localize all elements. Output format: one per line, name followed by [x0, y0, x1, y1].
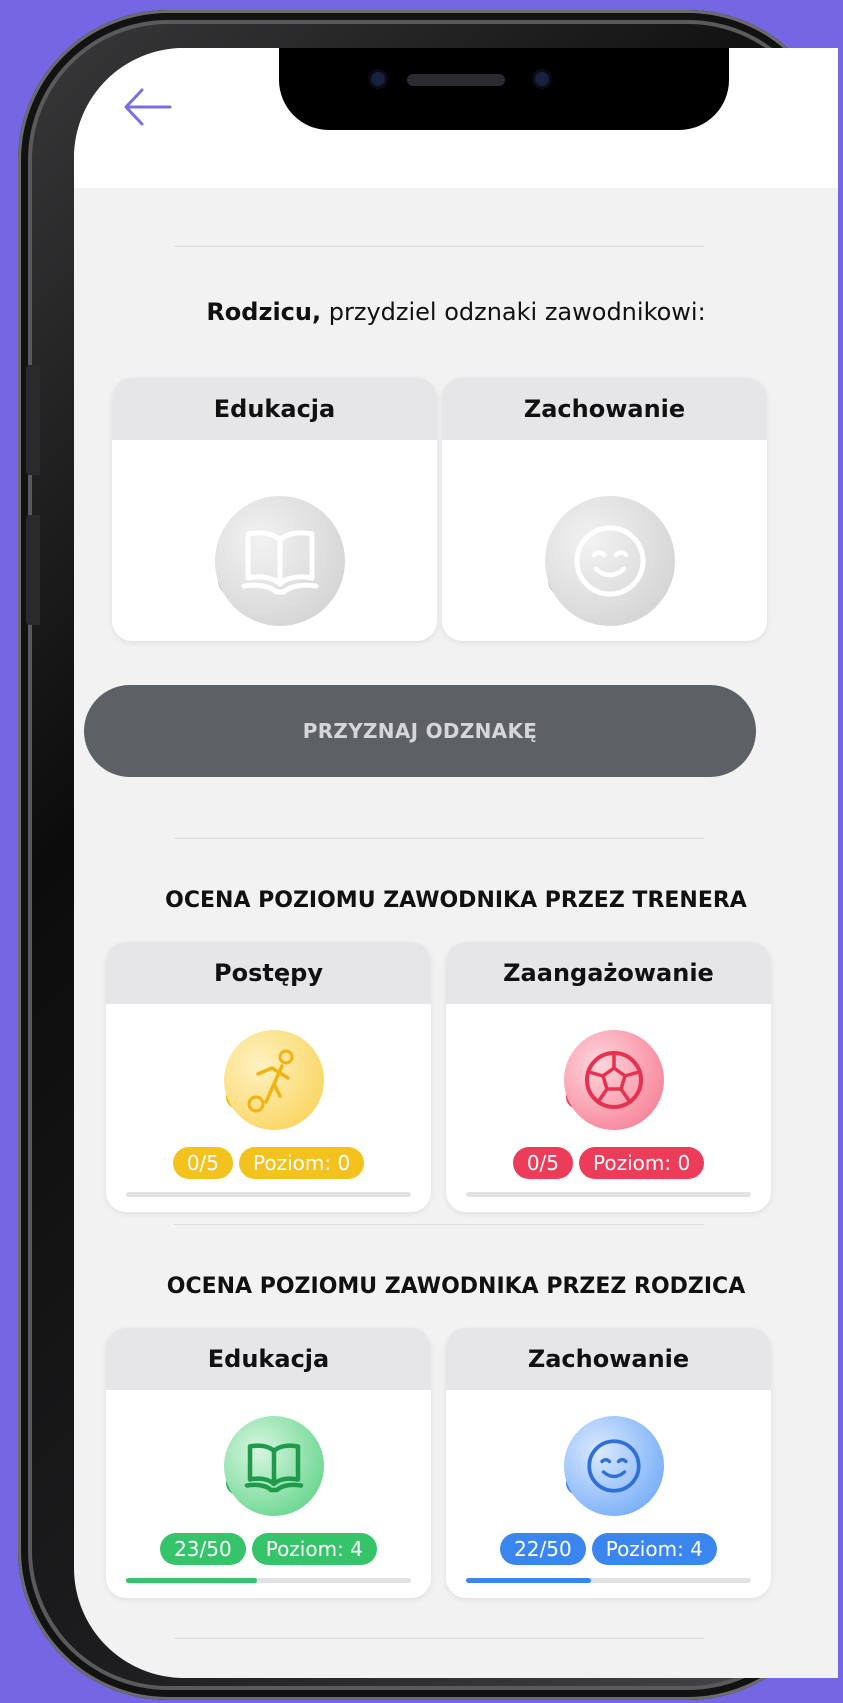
progress-bar	[466, 1192, 751, 1197]
player-kicking-icon	[224, 1030, 324, 1130]
book-icon	[224, 1416, 324, 1516]
badge-row: 0/5 Poziom: 0	[446, 1147, 771, 1179]
app-screen: Rodzicu, przydziel odznaki zawodnikowi: …	[74, 48, 838, 1678]
front-sensor	[535, 72, 549, 86]
soccer-ball-icon	[564, 1030, 664, 1130]
book-icon	[215, 496, 345, 626]
parent-section-title: OCENA POZIOMU ZAWODNIKA PRZEZ RODZICA	[166, 1274, 746, 1299]
badge-row: 22/50 Poziom: 4	[446, 1533, 771, 1565]
assign-card-education[interactable]: Edukacja	[112, 378, 437, 641]
front-camera	[371, 72, 385, 86]
phone-frame: Rodzicu, przydziel odznaki zawodnikowi: …	[18, 10, 838, 1700]
divider	[174, 1638, 704, 1639]
divider	[174, 246, 704, 247]
progress-bar	[126, 1192, 411, 1197]
assign-card-behavior[interactable]: Zachowanie	[442, 378, 767, 641]
back-arrow-icon[interactable]	[118, 82, 178, 132]
card-title: Edukacja	[106, 1328, 431, 1390]
assign-prompt: Rodzicu, przydziel odznaki zawodnikowi:	[206, 298, 706, 326]
parent-card-education: Edukacja 23/50 Poziom: 4	[106, 1328, 431, 1598]
level-badge: Poziom: 0	[579, 1147, 705, 1179]
badge-row: 23/50 Poziom: 4	[106, 1533, 431, 1565]
badge-row: 0/5 Poziom: 0	[106, 1147, 431, 1179]
smile-icon	[564, 1416, 664, 1516]
volume-up-button	[26, 365, 40, 475]
card-title: Postępy	[106, 942, 431, 1004]
card-title: Zachowanie	[442, 378, 767, 440]
card-title: Zaangażowanie	[446, 942, 771, 1004]
count-badge: 22/50	[500, 1533, 586, 1565]
count-badge: 0/5	[512, 1147, 573, 1179]
coach-card-engagement: Zaangażowanie 0/5 Poziom: 0	[446, 942, 771, 1212]
divider	[174, 1224, 704, 1225]
parent-card-behavior: Zachowanie 22/50 Poziom: 4	[446, 1328, 771, 1598]
card-title: Zachowanie	[446, 1328, 771, 1390]
progress-bar	[466, 1578, 751, 1583]
count-badge: 23/50	[160, 1533, 246, 1565]
volume-down-button	[26, 515, 40, 625]
earpiece-speaker	[407, 74, 505, 86]
count-badge: 0/5	[172, 1147, 233, 1179]
smile-icon	[545, 496, 675, 626]
divider	[174, 838, 704, 839]
coach-section-title: OCENA POZIOMU ZAWODNIKA PRZEZ TRENERA	[165, 888, 747, 913]
card-title: Edukacja	[112, 378, 437, 440]
coach-card-progress: Postępy 0/5 Poziom: 0	[106, 942, 431, 1212]
level-badge: Poziom: 4	[591, 1533, 717, 1565]
device-notch	[279, 48, 729, 130]
award-badge-button[interactable]: PRZYZNAJ ODZNAKĘ	[84, 685, 756, 777]
level-badge: Poziom: 4	[251, 1533, 377, 1565]
progress-bar	[126, 1578, 411, 1583]
level-badge: Poziom: 0	[239, 1147, 365, 1179]
